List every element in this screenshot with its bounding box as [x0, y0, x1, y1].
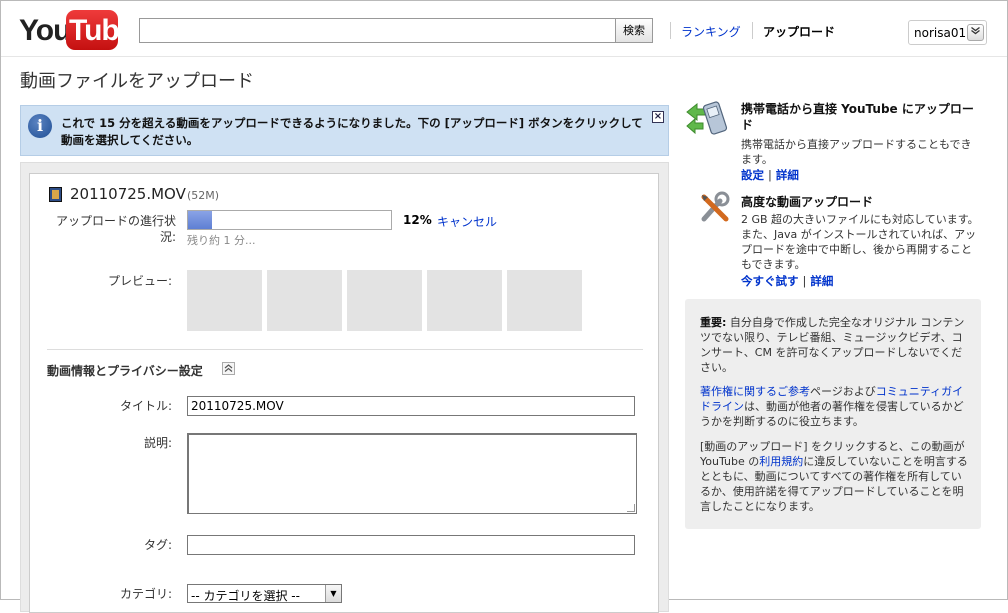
category-value: -- カテゴリを選択 -- [191, 589, 300, 603]
section-title: 動画情報とプライバシー設定 [47, 364, 203, 378]
copyright-tips-link[interactable]: 著作権に関するご参考 [700, 385, 810, 398]
terms-paragraph: [動画のアップロード] をクリックすると、この動画が YouTube の利用規約… [700, 439, 970, 514]
mobile-phone-icon [685, 100, 733, 141]
nav-upload-link[interactable]: アップロード [763, 23, 835, 40]
mobile-details-link[interactable]: 詳細 [776, 168, 799, 182]
file-name: 20110725.MOV [70, 185, 186, 203]
search-button[interactable]: 検索 [615, 18, 653, 43]
tools-icon [698, 191, 732, 228]
copyright-paragraph: 著作権に関するご参考ページおよびコミュニティガイドラインは、動画が他者の著作権を… [700, 384, 970, 429]
description-textarea[interactable] [187, 433, 637, 514]
info-icon: i [28, 114, 52, 138]
mobile-upload-title: 携帯電話から直接 YouTube にアップロード [741, 102, 974, 132]
title-input[interactable]: 20110725.MOV [187, 396, 635, 416]
user-menu[interactable]: norisa01 [908, 20, 987, 45]
cancel-upload-link[interactable]: キャンセル [437, 213, 497, 230]
tags-input[interactable] [187, 535, 635, 555]
info-notice: i これで 15 分を超える動画をアップロードできるようになりました。下の [ア… [20, 105, 669, 156]
preview-thumbnail[interactable] [187, 270, 262, 331]
tags-label: タグ: [143, 538, 172, 552]
category-label: カテゴリ: [119, 587, 172, 601]
mobile-upload-text: 携帯電話から直接アップロードすることもできます。 [741, 138, 972, 166]
important-notice-box: 重要: 自分自身で作成した完全なオリジナル コンテンツでない限り、テレビ番組、ミ… [685, 299, 981, 529]
upload-card: 20110725.MOV (52M) アップロードの進行状況: 12% キャンセ… [29, 173, 659, 613]
preview-thumbnail[interactable] [347, 270, 422, 331]
settings-link[interactable]: 設定 [741, 168, 764, 182]
chevron-down-icon[interactable] [967, 24, 984, 41]
link-separator: | [768, 168, 772, 182]
category-select[interactable]: -- カテゴリを選択 -- ▼ [187, 584, 342, 603]
description-label: 説明: [143, 436, 172, 450]
advanced-upload-text: 2 GB 超の大きいファイルにも対応しています。また、Java がインストールさ… [741, 213, 979, 271]
copyright-mid-text: ページおよび [810, 385, 876, 398]
remaining-time: 残り約 1 分... [187, 234, 256, 247]
preview-thumbnail[interactable] [267, 270, 342, 331]
close-icon[interactable]: × [652, 111, 664, 123]
progress-bar [187, 210, 392, 230]
upload-panel: 20110725.MOV (52M) アップロードの進行状況: 12% キャンセ… [20, 162, 669, 613]
film-icon [49, 187, 62, 202]
progress-label: アップロードの進行状況: [55, 214, 176, 244]
file-size: (52M) [187, 189, 220, 202]
preview-thumbnail[interactable] [507, 270, 582, 331]
header: You Tube 検索 ランキング アップロード norisa01 [1, 1, 1007, 57]
advanced-upload-links: 今すぐ試す | 詳細 [741, 273, 833, 289]
notice-text: これで 15 分を超える動画をアップロードできるようになりました。下の [アップ… [61, 116, 643, 147]
terms-of-use-link[interactable]: 利用規約 [759, 455, 803, 468]
title-label: タイトル: [119, 399, 172, 413]
youtube-logo[interactable]: You Tube [19, 10, 135, 52]
preview-label: プレビュー: [107, 274, 172, 288]
logo-tube-badge: Tube [66, 10, 135, 50]
search-input[interactable] [139, 18, 616, 43]
dropdown-arrow-icon[interactable]: ▼ [325, 585, 341, 602]
preview-thumbnail[interactable] [427, 270, 502, 331]
mobile-upload-links: 設定 | 詳細 [741, 167, 799, 183]
user-name: norisa01 [914, 26, 967, 40]
advanced-upload-title: 高度な動画アップロード [741, 195, 874, 209]
important-label: 重要: [700, 316, 727, 329]
logo-you: You [19, 14, 71, 47]
try-now-link[interactable]: 今すぐ試す [741, 274, 799, 288]
page-title: 動画ファイルをアップロード [20, 71, 254, 92]
collapse-icon[interactable] [222, 362, 235, 375]
important-paragraph: 重要: 自分自身で作成した完全なオリジナル コンテンツでない限り、テレビ番組、ミ… [700, 315, 970, 375]
important-text: 自分自身で作成した完全なオリジナル コンテンツでない限り、テレビ番組、ミュージッ… [700, 316, 965, 374]
section-divider [47, 349, 643, 350]
resize-handle-icon[interactable] [627, 504, 635, 512]
progress-fill [188, 211, 213, 229]
logo-tube: Tube [69, 14, 135, 47]
nav-separator [752, 22, 753, 39]
link-separator: | [802, 274, 807, 288]
nav-ranking-link[interactable]: ランキング [681, 23, 741, 40]
nav-separator [670, 22, 671, 39]
advanced-details-link[interactable]: 詳細 [810, 274, 833, 288]
progress-percent: 12% [403, 213, 432, 227]
